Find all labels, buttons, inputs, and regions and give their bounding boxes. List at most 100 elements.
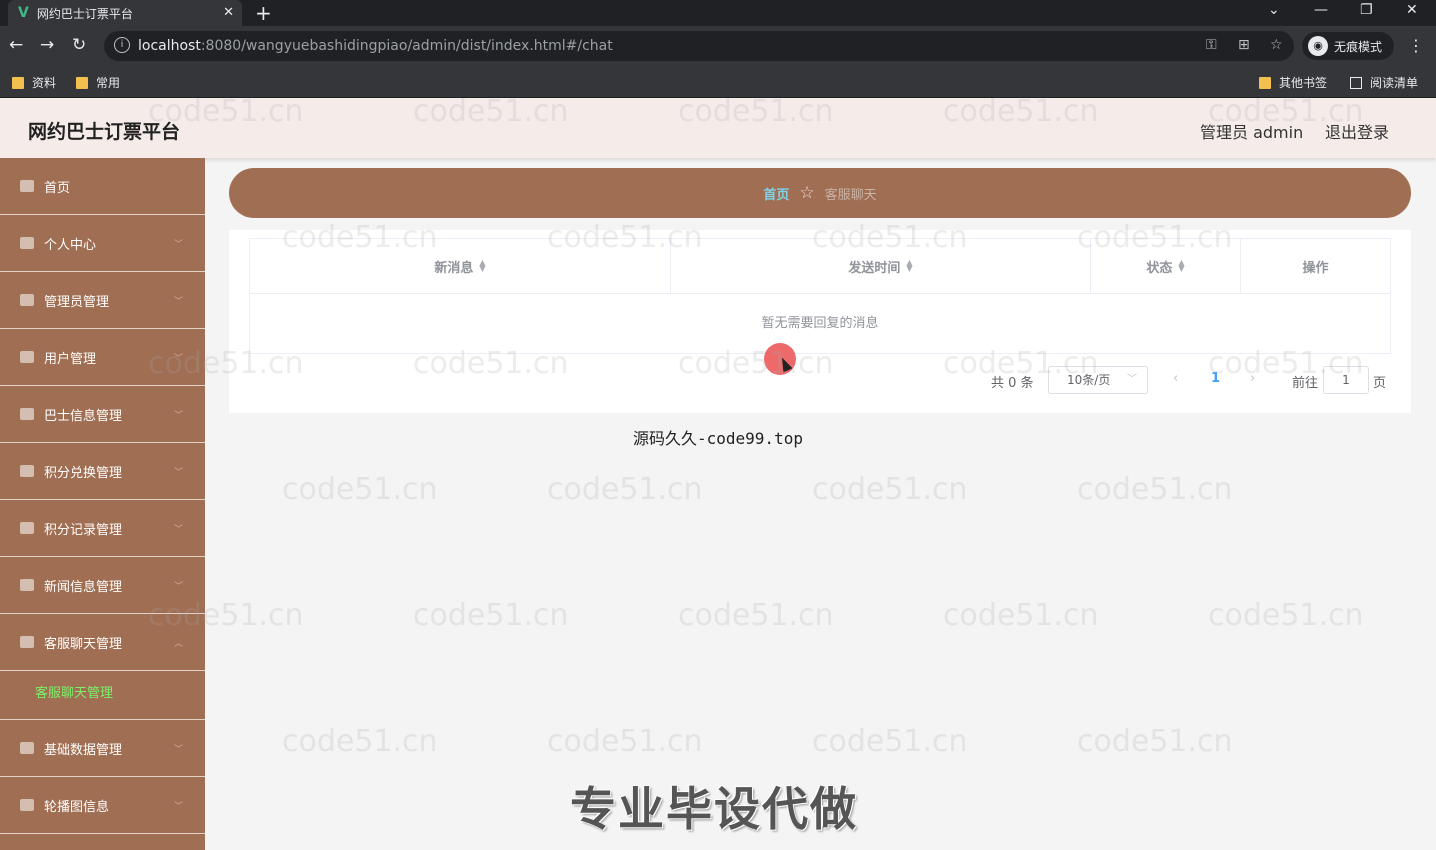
sidebar-item-points-record[interactable]: 积分记录管理 ﹀ bbox=[0, 500, 205, 557]
sidebar-item-label: 首页 bbox=[44, 180, 71, 196]
app-header: 网约巴士订票平台 管理员 admin 退出登录 bbox=[0, 98, 1436, 158]
incognito-badge[interactable]: ◉ 无痕模式 bbox=[1302, 32, 1394, 60]
window-close-icon[interactable]: ✕ bbox=[1406, 2, 1418, 18]
other-bookmarks[interactable]: 其他书签 bbox=[1259, 74, 1327, 91]
chevron-down-icon: ﹀ bbox=[173, 468, 183, 478]
minimize-icon[interactable]: — bbox=[1314, 2, 1328, 18]
goto-page-input[interactable]: 1 bbox=[1323, 366, 1369, 394]
back-icon[interactable]: ← bbox=[9, 35, 23, 55]
breadcrumb-home[interactable]: 首页 bbox=[763, 184, 789, 203]
chevron-down-icon: ﹀ bbox=[173, 525, 183, 535]
vue-logo-icon: V bbox=[18, 5, 29, 21]
mail-icon bbox=[20, 294, 34, 306]
folder-icon bbox=[12, 76, 24, 89]
tab-search-icon[interactable]: ⌄ bbox=[1268, 2, 1280, 18]
reload-icon[interactable]: ↻ bbox=[72, 35, 86, 55]
watermark: code51.cn bbox=[1208, 598, 1364, 633]
watermark: code51.cn bbox=[943, 598, 1099, 633]
chat-table: 新消息 ▲ ▼ 发送时间 ▲ ▼ 状态 ▲ ▼ 操作 暂无需要回复的消息 bbox=[249, 238, 1391, 354]
sort-icon[interactable]: ▲ ▼ bbox=[479, 259, 485, 273]
sidebar-item-label: 轮播图信息 bbox=[44, 799, 110, 815]
column-header-actions: 操作 bbox=[1241, 239, 1390, 294]
chevron-down-icon: ﹀ bbox=[173, 411, 183, 421]
browser-tab[interactable]: V 网约巴士订票平台 ✕ bbox=[8, 0, 242, 26]
translate-icon[interactable]: ⊞ bbox=[1238, 37, 1250, 53]
news-icon bbox=[20, 579, 34, 591]
sidebar: 首页 个人中心 ﹀ 管理员管理 ﹀ 用户管理 ﹀ 巴士信息管理 ﹀ 积分兑换管理… bbox=[0, 158, 205, 850]
folder-icon bbox=[1259, 76, 1271, 89]
sidebar-item-profile[interactable]: 个人中心 ﹀ bbox=[0, 215, 205, 272]
sidebar-item-admin[interactable]: 管理员管理 ﹀ bbox=[0, 272, 205, 329]
prev-page-icon[interactable]: ‹ bbox=[1173, 371, 1178, 386]
watermark: code51.cn bbox=[812, 724, 968, 759]
reading-list[interactable]: 阅读清单 bbox=[1350, 74, 1418, 91]
star-icon[interactable]: ☆ bbox=[1270, 37, 1283, 53]
restore-icon[interactable]: ❐ bbox=[1360, 2, 1373, 18]
source-overlay-text: 源码久久-code99.top bbox=[633, 429, 803, 448]
watermark: code51.cn bbox=[547, 724, 703, 759]
sidebar-item-label: 新闻信息管理 bbox=[44, 579, 123, 595]
sidebar-item-base-data[interactable]: 基础数据管理 ﹀ bbox=[0, 720, 205, 777]
sidebar-item-bus[interactable]: 巴士信息管理 ﹀ bbox=[0, 386, 205, 443]
breadcrumb-current: 客服聊天 bbox=[824, 187, 877, 203]
content-panel: 新消息 ▲ ▼ 发送时间 ▲ ▼ 状态 ▲ ▼ 操作 暂无需要回复的消息 共 0 条 … bbox=[229, 230, 1411, 413]
chat-icon bbox=[20, 636, 34, 648]
chevron-down-icon: ﹀ bbox=[173, 582, 183, 592]
tab-title: 网约巴士订票平台 bbox=[36, 6, 133, 21]
chevron-down-icon: ﹀ bbox=[173, 745, 183, 755]
browser-menu-icon[interactable]: ⋮ bbox=[1408, 36, 1424, 55]
new-tab-button[interactable]: + bbox=[255, 1, 272, 25]
forward-icon[interactable]: → bbox=[40, 35, 54, 55]
sidebar-item-label: 个人中心 bbox=[44, 237, 97, 253]
sidebar-item-label: 巴士信息管理 bbox=[44, 408, 123, 424]
sidebar-item-users[interactable]: 用户管理 ﹀ bbox=[0, 329, 205, 386]
bookmark-folder[interactable]: 常用 bbox=[76, 74, 120, 91]
page-size-select[interactable]: 10条/页 ﹀ bbox=[1048, 366, 1148, 394]
column-header-send-time[interactable]: 发送时间 ▲ ▼ bbox=[671, 239, 1091, 294]
incognito-label: 无痕模式 bbox=[1334, 39, 1383, 54]
key-icon[interactable]: ⚿ bbox=[1206, 37, 1217, 53]
next-page-icon[interactable]: › bbox=[1250, 371, 1255, 386]
watermark: code51.cn bbox=[1077, 472, 1233, 507]
sidebar-subitem-chat-management[interactable]: 客服聊天管理 bbox=[0, 668, 205, 720]
promo-overlay-text: 专业毕设代做 bbox=[570, 782, 858, 836]
sidebar-item-carousel[interactable]: 轮播图信息 ﹀ bbox=[0, 777, 205, 834]
column-header-new-message[interactable]: 新消息 ▲ ▼ bbox=[250, 239, 671, 294]
tab-close-icon[interactable]: ✕ bbox=[223, 5, 234, 20]
logout-button[interactable]: 退出登录 bbox=[1325, 119, 1389, 143]
users-icon bbox=[20, 351, 34, 363]
sidebar-item-home[interactable]: 首页 bbox=[0, 158, 205, 215]
sidebar-item-label: 基础数据管理 bbox=[44, 742, 123, 758]
bookmarks-bar: 资料 常用 其他书签 阅读清单 bbox=[0, 66, 1436, 98]
user-icon bbox=[20, 237, 34, 249]
browser-tab-bar: V 网约巴士订票平台 ✕ + ⌄ — ❐ ✕ bbox=[0, 0, 1436, 26]
bus-icon bbox=[20, 408, 34, 420]
watermark: code51.cn bbox=[282, 724, 438, 759]
pagination-total: 共 0 条 bbox=[991, 376, 1034, 391]
bookmark-folder[interactable]: 资料 bbox=[12, 74, 56, 91]
sort-icon[interactable]: ▲ ▼ bbox=[906, 259, 912, 273]
sidebar-item-points-exchange[interactable]: 积分兑换管理 ﹀ bbox=[0, 443, 205, 500]
column-header-status[interactable]: 状态 ▲ ▼ bbox=[1091, 239, 1241, 294]
chevron-down-icon: ﹀ bbox=[173, 354, 183, 364]
sidebar-item-chat[interactable]: 客服聊天管理 ︿ bbox=[0, 614, 205, 671]
sidebar-item-news[interactable]: 新闻信息管理 ﹀ bbox=[0, 557, 205, 614]
address-bar: ← → ↻ i localhost:8080/wangyuebashidingp… bbox=[0, 26, 1436, 66]
sidebar-item-label: 管理员管理 bbox=[44, 294, 110, 310]
chevron-down-icon: ﹀ bbox=[173, 240, 183, 250]
sort-icon[interactable]: ▲ ▼ bbox=[1178, 259, 1184, 273]
sidebar-item-label: 用户管理 bbox=[44, 351, 97, 367]
url-field[interactable]: i localhost:8080/wangyuebashidingpiao/ad… bbox=[104, 31, 1294, 61]
incognito-icon: ◉ bbox=[1308, 36, 1328, 56]
data-icon bbox=[20, 742, 34, 754]
chevron-down-icon: ﹀ bbox=[1127, 374, 1137, 385]
page-suffix: 页 bbox=[1373, 376, 1387, 391]
pagination-current-page[interactable]: 1 bbox=[1211, 371, 1220, 386]
app-title: 网约巴士订票平台 bbox=[28, 121, 181, 143]
watermark: code51.cn bbox=[812, 472, 968, 507]
chevron-down-icon: ﹀ bbox=[173, 297, 183, 307]
gift-icon bbox=[20, 465, 34, 477]
watermark: code51.cn bbox=[678, 598, 834, 633]
site-info-icon[interactable]: i bbox=[114, 37, 130, 53]
folder-icon bbox=[76, 76, 88, 89]
